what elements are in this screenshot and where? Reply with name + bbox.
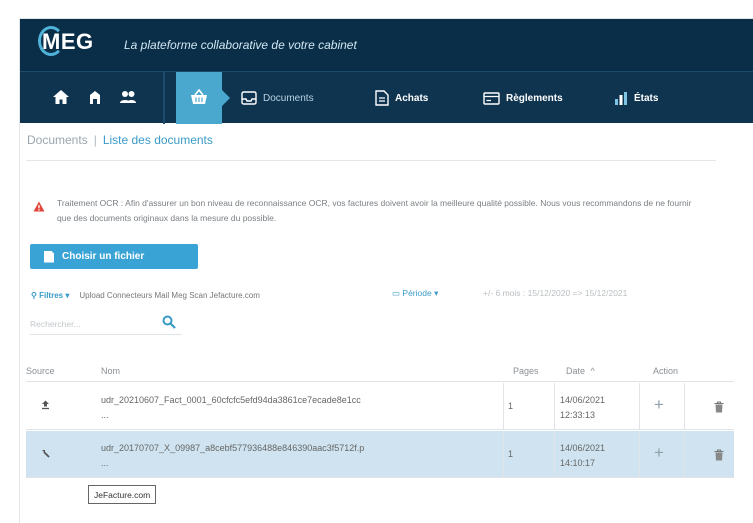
file-icon — [44, 250, 54, 263]
sort-asc-icon: ^ — [590, 366, 595, 376]
table-row[interactable]: udr_20210607_Fact_0001_60cfcfc5efd94da38… — [26, 383, 734, 430]
nav-label-reglements: Règlements — [506, 92, 563, 104]
row-nom[interactable]: udr_20210607_Fact_0001_60cfcfc5efd94da38… — [101, 393, 493, 423]
row-nom-text: udr_20170707_X_09987_a8cebf577936488e846… — [101, 443, 365, 453]
nav-item-achats[interactable]: Achats — [375, 72, 428, 124]
table-header: Source Nom Pages Date ^ Action — [26, 360, 734, 382]
search-icon[interactable] — [162, 315, 176, 329]
link-icon — [42, 450, 50, 458]
breadcrumb-parent[interactable]: Documents — [27, 133, 88, 147]
row-date-time: 14:10:17 — [560, 458, 596, 468]
nav-separator — [163, 72, 165, 124]
row-pages: 1 — [508, 449, 514, 459]
periode-dropdown[interactable]: ▭ Période ▾ — [392, 288, 438, 299]
col-date-label: Date — [566, 366, 586, 376]
breadcrumb-current: Liste des documents — [102, 133, 213, 147]
cell-divider — [639, 431, 640, 478]
row-date: 14/06/2021 12:33:13 — [560, 393, 605, 423]
periode-caret-icon: ▾ — [434, 288, 439, 298]
filters-dropdown[interactable]: ⚲ Filtres ▾ — [31, 291, 69, 300]
choose-file-button[interactable]: Choisir un fichier — [30, 244, 198, 269]
row-date-day: 14/06/2021 — [560, 395, 606, 405]
nav-label-achats: Achats — [395, 92, 429, 104]
users-icon[interactable] — [119, 89, 137, 105]
card-icon — [483, 91, 500, 105]
divider — [26, 160, 716, 161]
col-date[interactable]: Date ^ — [566, 366, 595, 376]
nav-item-reglements[interactable]: Règlements — [483, 72, 563, 124]
main-nav: Documents Achats Règlements États — [20, 71, 753, 124]
nav-active-arrow — [222, 90, 230, 106]
nav-label-etats: États — [634, 92, 659, 104]
nav-item-etats[interactable]: États — [614, 72, 658, 124]
col-nom[interactable]: Nom — [101, 366, 120, 376]
table-row[interactable]: udr_20170707_X_09987_a8cebf577936488e846… — [26, 431, 734, 478]
filters-caret-icon: ▾ — [65, 290, 70, 300]
source-tooltip: JeFacture.com — [88, 485, 157, 504]
building-icon[interactable] — [86, 89, 104, 105]
row-date-time: 12:33:13 — [560, 410, 596, 420]
choose-file-label: Choisir un fichier — [62, 251, 145, 262]
home-icon[interactable] — [52, 89, 70, 105]
filter-tags: Upload Connecteurs Mail Meg Scan Jefactu… — [79, 290, 260, 300]
trash-icon[interactable] — [714, 401, 724, 413]
basket-icon — [191, 89, 207, 104]
filters-row: ⚲ Filtres ▾ Upload Connecteurs Mail Meg … — [31, 288, 260, 302]
logo-text: MEG — [42, 29, 94, 54]
row-date: 14/06/2021 14:10:17 — [560, 441, 605, 471]
cell-divider — [684, 431, 685, 478]
search-placeholder: Rechercher... — [30, 319, 81, 329]
inbox-tray-icon — [241, 91, 257, 105]
cell-divider — [503, 431, 504, 478]
document-icon — [375, 90, 389, 106]
nav-label-documents: Documents — [263, 92, 314, 104]
cell-divider — [684, 383, 685, 430]
search-input[interactable]: Rechercher... — [30, 315, 182, 335]
cell-divider — [554, 431, 555, 478]
trash-icon[interactable] — [714, 449, 724, 461]
ocr-warning-text: Traitement OCR : Afin d'assurer un bon n… — [57, 198, 692, 223]
upload-icon — [42, 400, 49, 410]
add-icon[interactable]: + — [654, 395, 664, 415]
nav-item-documents[interactable]: Documents — [241, 72, 314, 124]
filter-funnel-icon: ⚲ — [31, 290, 37, 300]
breadcrumb-separator: | — [93, 133, 97, 147]
row-nom-more: ... — [101, 410, 109, 420]
periode-label: Période — [402, 288, 432, 298]
logo[interactable]: MEG — [38, 26, 94, 56]
col-pages[interactable]: Pages — [513, 366, 539, 376]
row-date-day: 14/06/2021 — [560, 443, 606, 453]
row-nom[interactable]: udr_20170707_X_09987_a8cebf577936488e846… — [101, 441, 493, 471]
col-source[interactable]: Source — [26, 366, 55, 376]
row-nom-more: ... — [101, 458, 109, 468]
warning-icon — [33, 201, 45, 212]
periode-value: +/- 6 mois : 15/12/2020 => 15/12/2021 — [483, 288, 628, 298]
col-action: Action — [653, 366, 679, 376]
breadcrumb: Documents | Liste des documents — [27, 133, 213, 147]
cell-divider — [639, 383, 640, 430]
tagline: La plateforme collaborative de votre cab… — [124, 38, 357, 52]
nav-item-basket[interactable] — [176, 72, 222, 124]
row-pages: 1 — [508, 401, 514, 411]
cell-divider — [503, 383, 504, 430]
bar-chart-icon — [615, 91, 627, 105]
top-bar: MEG La plateforme collaborative de votre… — [20, 19, 753, 71]
filters-label: Filtres — [39, 290, 64, 300]
cell-divider — [554, 383, 555, 430]
add-icon[interactable]: + — [654, 443, 664, 463]
row-nom-text: udr_20210607_Fact_0001_60cfcfc5efd94da38… — [101, 395, 361, 405]
calendar-icon: ▭ — [392, 288, 401, 298]
